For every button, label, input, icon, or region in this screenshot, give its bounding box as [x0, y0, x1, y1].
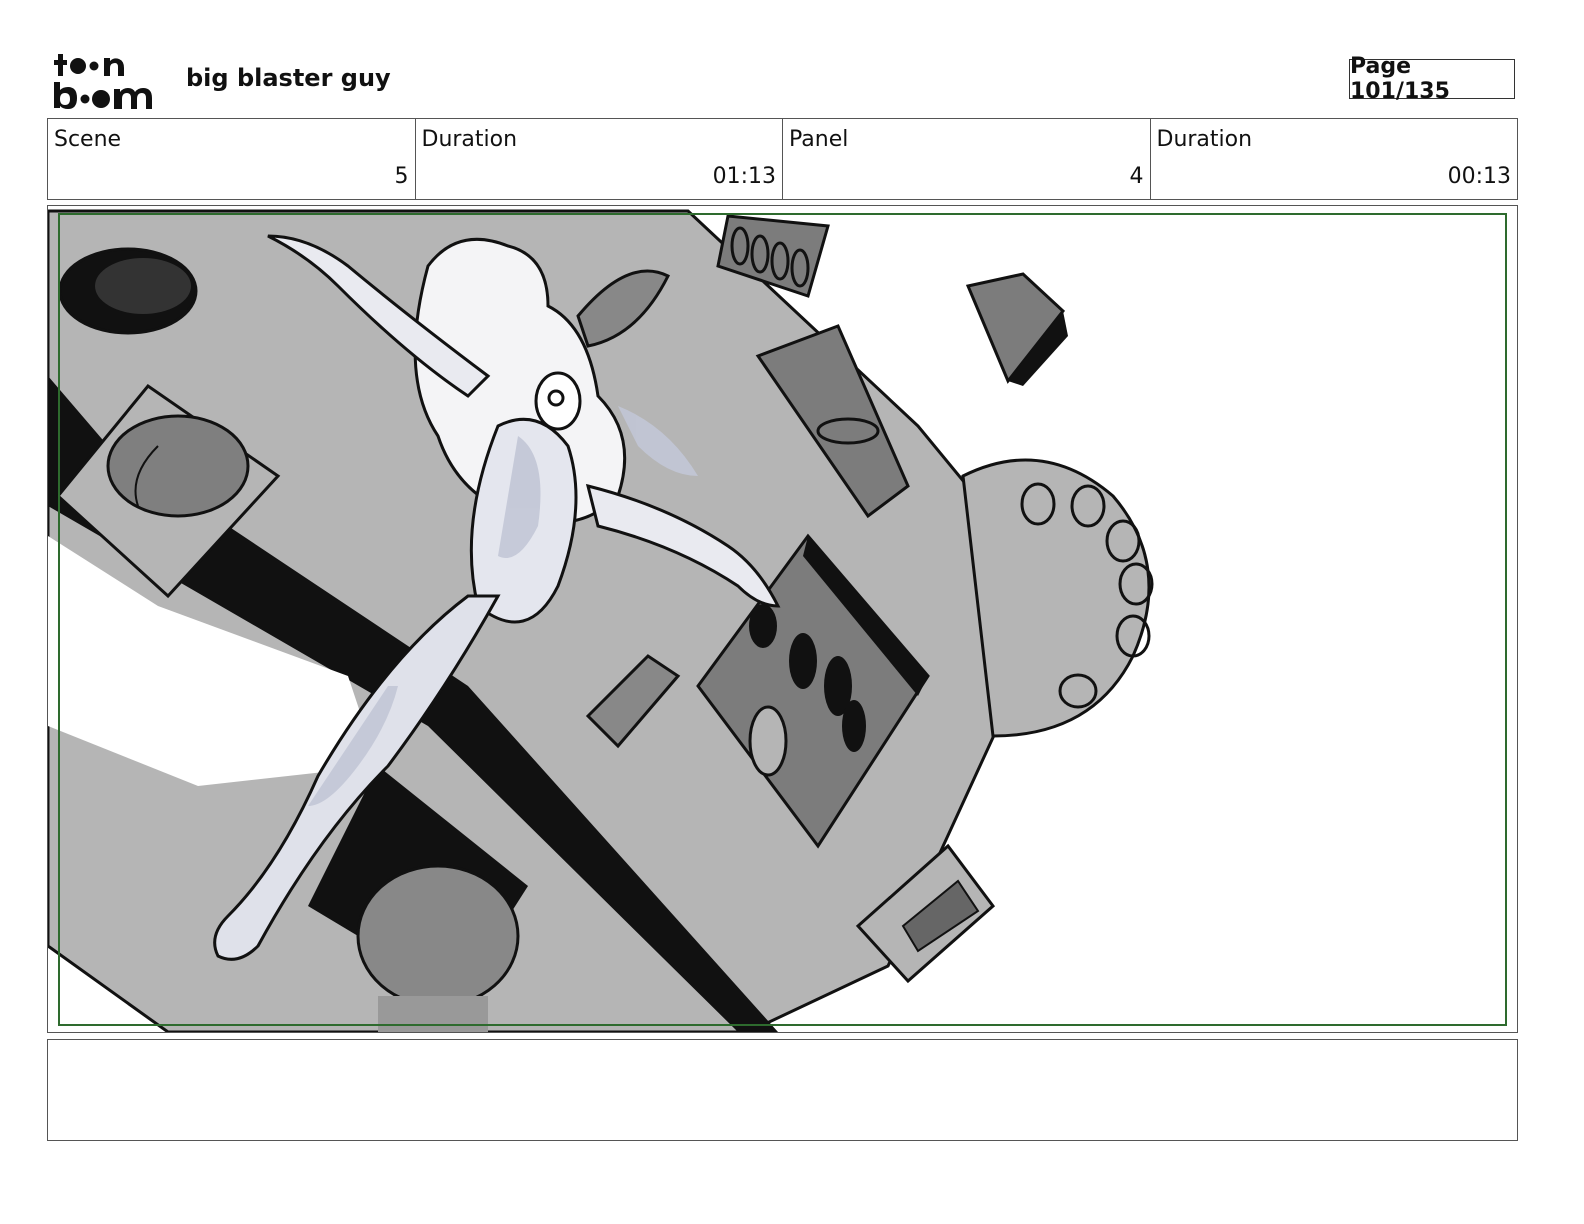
scene-value: 5	[394, 164, 409, 189]
storyboard-panel	[47, 205, 1518, 1033]
panel-cell: Panel 4	[783, 119, 1151, 199]
storyboard-sketch-image	[48, 209, 1507, 1032]
panel-info-row: Scene 5 Duration 01:13 Panel 4 Duration …	[47, 118, 1518, 200]
scene-duration-value: 01:13	[712, 164, 776, 189]
panel-duration-label: Duration	[1156, 127, 1253, 152]
scene-duration-label: Duration	[421, 127, 518, 152]
scene-cell: Scene 5	[48, 119, 416, 199]
scene-label: Scene	[54, 127, 122, 152]
page-number: Page 101/135	[1349, 54, 1515, 104]
panel-label: Panel	[789, 127, 849, 152]
toon-boom-logo	[54, 54, 152, 109]
project-title: big blaster guy	[186, 64, 391, 92]
scene-duration-cell: Duration 01:13	[416, 119, 783, 199]
panel-duration-cell: Duration 00:13	[1151, 119, 1518, 199]
panel-value: 4	[1129, 164, 1144, 189]
panel-duration-value: 00:13	[1447, 164, 1511, 189]
notes-box	[47, 1039, 1518, 1141]
